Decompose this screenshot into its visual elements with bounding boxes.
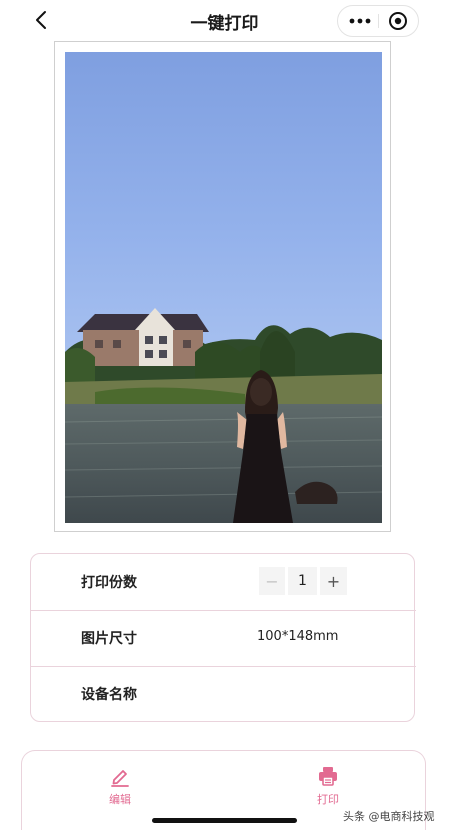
mini-program-capsule xyxy=(337,5,419,37)
edit-label: 编辑 xyxy=(109,793,131,806)
pencil-icon xyxy=(111,770,129,787)
close-target-icon[interactable] xyxy=(388,11,408,31)
edit-button[interactable]: 编辑 xyxy=(90,765,150,813)
capsule-divider xyxy=(378,14,379,28)
watermark: 头条 @电商科技观 xyxy=(343,810,435,823)
print-settings-card: 打印份数 − 1 + 图片尺寸 100*148mm 设备名称 xyxy=(30,553,416,722)
copies-stepper: − 1 + xyxy=(259,567,347,595)
size-label: 图片尺寸 xyxy=(81,631,137,647)
decrement-button[interactable]: − xyxy=(259,567,285,595)
increment-button[interactable]: + xyxy=(320,567,347,595)
settings-row-device[interactable]: 设备名称 xyxy=(31,666,416,722)
print-label: 打印 xyxy=(317,793,339,806)
settings-row-copies: 打印份数 − 1 + xyxy=(31,554,416,610)
size-value: 100*148mm xyxy=(257,629,339,644)
printer-icon xyxy=(319,767,337,786)
home-indicator xyxy=(152,818,297,823)
copies-quantity[interactable]: 1 xyxy=(288,567,317,595)
preview-photo xyxy=(65,52,382,523)
copies-label: 打印份数 xyxy=(81,575,137,591)
settings-row-size[interactable]: 图片尺寸 100*148mm xyxy=(31,610,416,666)
print-button[interactable]: 打印 xyxy=(298,765,358,813)
more-icon[interactable] xyxy=(348,12,372,30)
nav-bar: 一键打印 xyxy=(0,0,449,42)
photo-preview-frame xyxy=(54,41,391,532)
device-label: 设备名称 xyxy=(81,687,137,703)
